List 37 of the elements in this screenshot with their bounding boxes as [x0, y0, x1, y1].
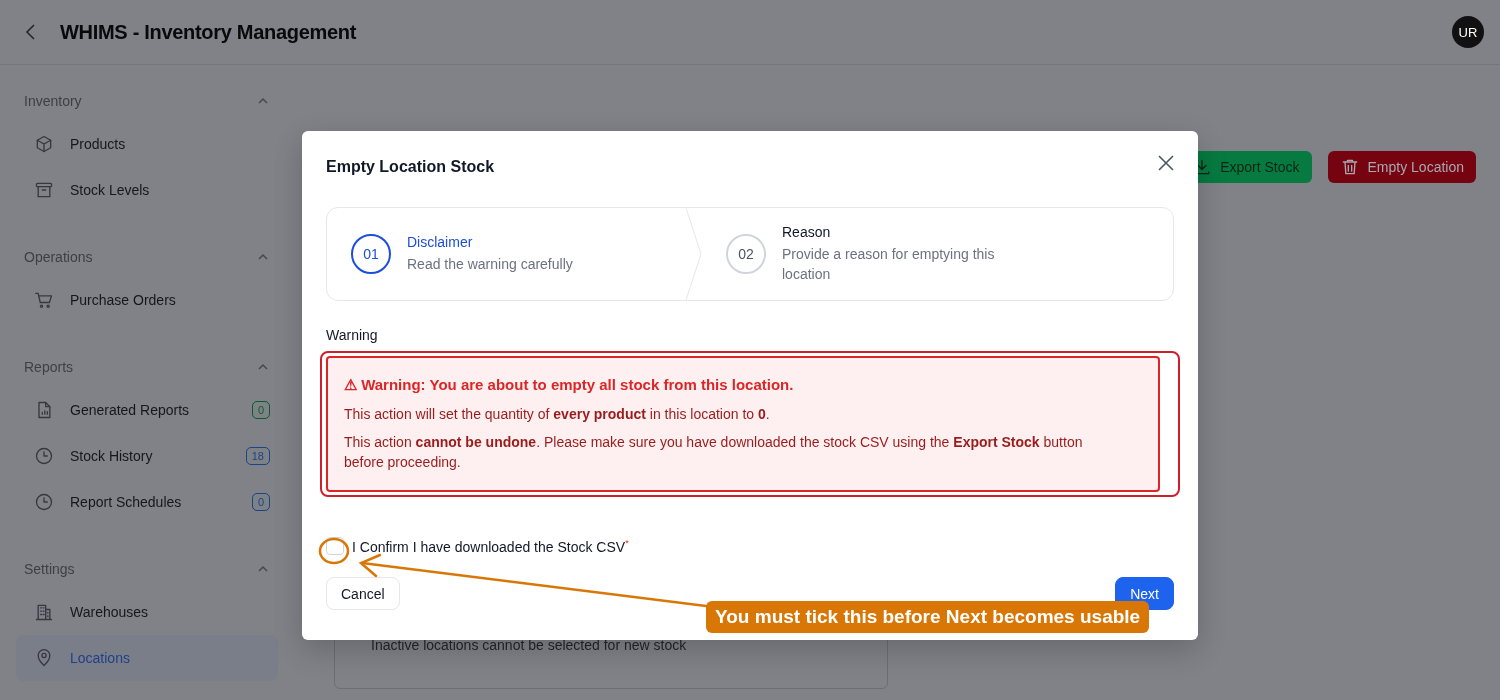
clock-icon [34, 492, 54, 512]
section-title: Settings [24, 561, 75, 577]
count-badge: 0 [251, 493, 270, 511]
archive-icon [34, 180, 54, 200]
highlight-circle [318, 537, 350, 565]
back-icon[interactable] [24, 23, 38, 41]
user-avatar[interactable]: UR [1452, 16, 1484, 48]
alert-text: This action cannot be undone. Please make sure you have downloaded the stock CSV using the Export Stock button before proceeding. [344, 433, 1084, 472]
sidebar-item[interactable]: Products [16, 121, 278, 167]
sidebar-item[interactable]: Warehouses [16, 589, 278, 635]
count-badge: 0 [251, 401, 270, 419]
hint-tooltip: You must tick this before Next becomes usable [706, 601, 1150, 633]
sidebar-item[interactable]: Locations [16, 635, 278, 681]
note-text: Inactive locations cannot be selected for new stock [371, 637, 687, 653]
cart-icon [34, 290, 54, 310]
section-title: Operations [24, 249, 93, 265]
empty-location-button[interactable]: Empty Location [1327, 151, 1476, 183]
box-icon [34, 134, 54, 154]
clock-icon [34, 446, 54, 466]
sidebar-item[interactable]: Stock History 18 [16, 433, 278, 479]
alert-heading: ⚠ Warning: You are about to empty all stock from this location. [344, 376, 795, 394]
section-title: Reports [24, 359, 74, 375]
section-label: Warning [326, 327, 379, 343]
section-title: Inventory [24, 93, 82, 109]
cancel-button[interactable]: Cancel [326, 577, 400, 610]
dialog-title: Empty Location Stock [326, 158, 495, 176]
sidebar-item[interactable]: Purchase Orders [16, 277, 278, 323]
step[interactable]: 01 Disclaimer Read the warning carefully [327, 208, 702, 300]
sidebar-item[interactable]: Stock Levels [16, 167, 278, 213]
building-icon [34, 602, 54, 622]
count-badge: 18 [245, 447, 270, 465]
step[interactable]: 02 Reason Provide a reason for emptying this location [702, 208, 1056, 300]
sidebar-item[interactable]: Report Schedules 0 [16, 479, 278, 525]
checkbox-label: I Confirm I have downloaded the Stock CSV$^{*}$ [352, 537, 629, 555]
alert-text: This action will set the quantity of every product in this location to 0. [344, 405, 771, 424]
sidebar-item[interactable]: Generated Reports 0 [16, 387, 278, 433]
app-title: WHIMS - Inventory Management [60, 20, 358, 44]
